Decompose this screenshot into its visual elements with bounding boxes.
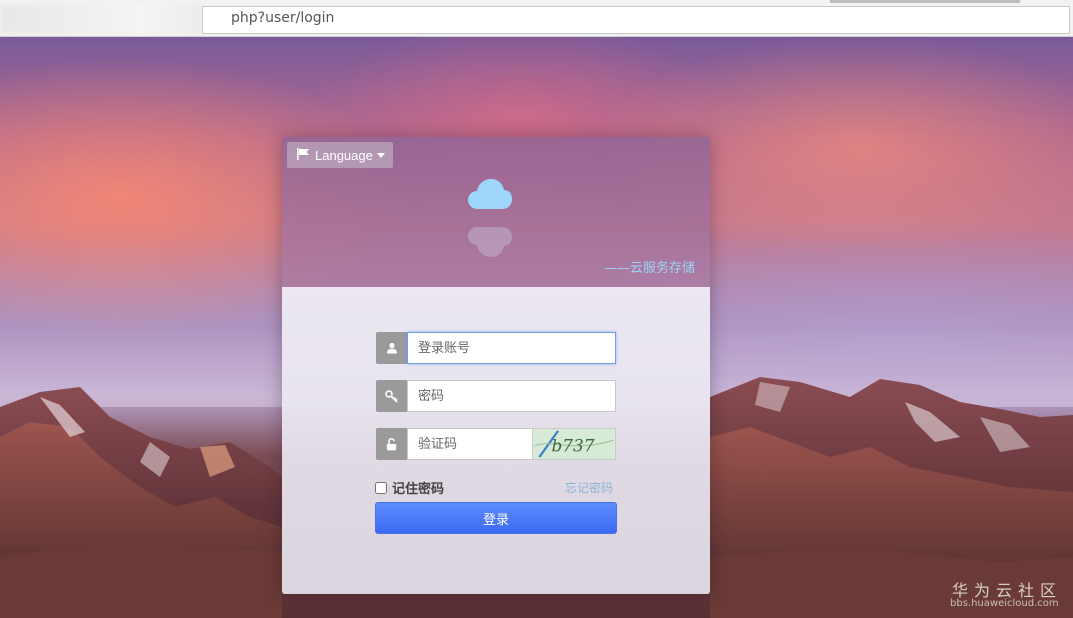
remember-password-check[interactable]	[375, 481, 387, 494]
username-field-group	[376, 332, 616, 364]
language-label: Language	[315, 147, 373, 163]
username-input[interactable]	[407, 332, 616, 364]
remember-password-label: 记住密码	[392, 482, 445, 497]
slogan-text: ——云服务存储	[603, 261, 695, 276]
password-input[interactable]	[407, 380, 616, 412]
captcha-image[interactable]: b737	[533, 428, 616, 460]
lock-icon	[376, 428, 407, 460]
login-card: Language ——云服务存储 登录账号 验证码 b737 记住密码 忘记密码…	[282, 137, 710, 594]
tab-strip-edge	[830, 0, 1020, 3]
cloud-reflection-icon	[468, 227, 512, 257]
login-button[interactable]: 登录	[375, 502, 617, 534]
login-card-header: Language ——云服务存储	[282, 137, 710, 287]
watermark-subtitle: bbs.huaweicloud.com	[950, 598, 1059, 609]
key-icon	[376, 380, 407, 412]
user-icon	[376, 332, 407, 364]
captcha-input[interactable]	[407, 428, 533, 460]
browser-address-bar: php?user/login	[0, 0, 1073, 37]
remember-password-checkbox[interactable]: 记住密码	[375, 478, 444, 497]
password-field-group	[376, 380, 616, 412]
blurred-url-prefix	[0, 4, 203, 34]
captcha-text: b737	[552, 436, 595, 456]
forgot-password-link[interactable]: 忘记密码	[565, 479, 613, 496]
login-form: b737 记住密码 忘记密码 登录	[282, 287, 710, 594]
flag-icon	[297, 147, 310, 163]
caret-down-icon	[376, 152, 385, 158]
url-text[interactable]: php?user/login	[231, 10, 334, 26]
captcha-field-group: b737	[376, 428, 616, 460]
cloud-icon	[468, 179, 512, 209]
language-dropdown-button[interactable]: Language	[287, 142, 393, 168]
